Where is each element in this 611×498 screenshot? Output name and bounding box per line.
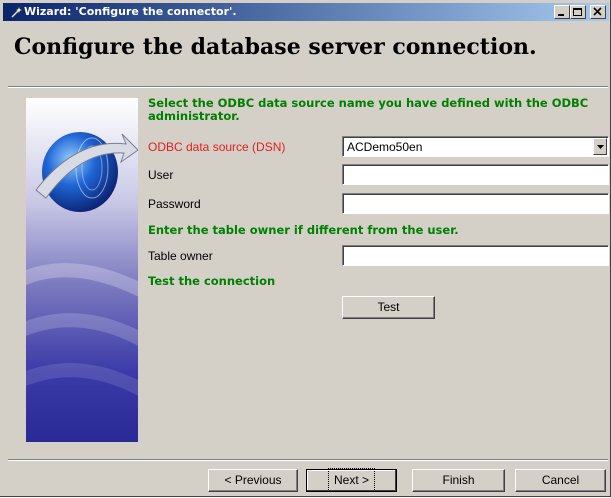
- footer-divider: [8, 459, 608, 461]
- wizard-window: Wizard: 'Configure the connector'. Confi…: [0, 0, 611, 497]
- wizard-side-graphic: [26, 98, 138, 442]
- chevron-down-icon: [597, 145, 604, 149]
- close-button[interactable]: [590, 5, 606, 19]
- finish-button[interactable]: Finish: [412, 469, 505, 492]
- next-button[interactable]: Next >: [306, 468, 397, 492]
- window-title: Wizard: 'Configure the connector'.: [24, 5, 237, 18]
- password-label: Password: [148, 197, 201, 211]
- maximize-button[interactable]: [570, 5, 586, 19]
- table-owner-instructions: Enter the table owner if different from …: [148, 223, 459, 237]
- header-divider: [8, 86, 608, 88]
- password-field[interactable]: [342, 193, 609, 214]
- close-icon: [593, 7, 602, 16]
- user-label: User: [148, 168, 174, 182]
- dsn-selected-value: ACDemo50en: [347, 140, 423, 154]
- dsn-label: ODBC data source (DSN): [148, 140, 286, 154]
- user-field[interactable]: [342, 164, 609, 185]
- maximize-icon: [573, 8, 582, 16]
- title-bar[interactable]: Wizard: 'Configure the connector'.: [3, 3, 609, 21]
- dsn-instructions: Select the ODBC data source name you hav…: [148, 96, 589, 123]
- minimize-button[interactable]: [554, 5, 570, 19]
- cancel-button[interactable]: Cancel: [515, 469, 606, 492]
- test-button[interactable]: Test: [342, 296, 435, 319]
- page-title: Configure the database server connection…: [14, 34, 537, 60]
- dsn-dropdown-button[interactable]: [593, 138, 607, 155]
- dsn-combobox[interactable]: ACDemo50en: [342, 136, 609, 157]
- minimize-icon: [558, 14, 564, 16]
- table-owner-field[interactable]: [342, 245, 609, 266]
- wizard-app-icon: [11, 6, 23, 18]
- test-connection-heading: Test the connection: [148, 274, 276, 288]
- previous-button[interactable]: < Previous: [208, 469, 298, 492]
- table-owner-label: Table owner: [148, 249, 213, 263]
